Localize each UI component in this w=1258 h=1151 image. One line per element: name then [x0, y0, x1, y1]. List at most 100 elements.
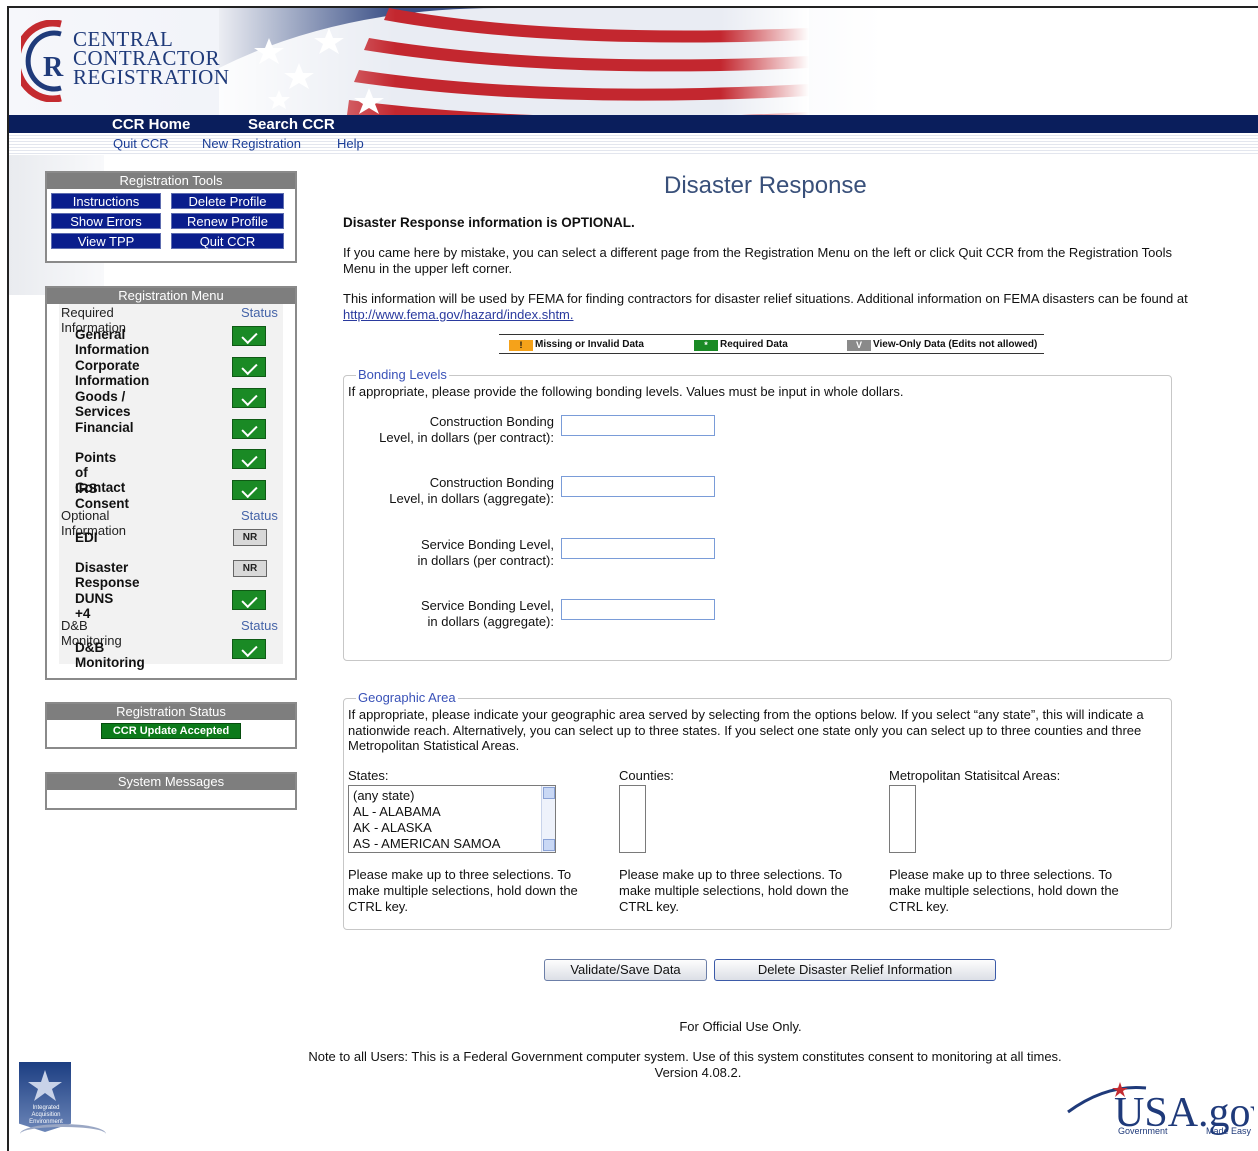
- menu-edi[interactable]: EDI: [75, 530, 98, 545]
- service-per-contract-label: Service Bonding Level, in dollars (per co…: [417, 537, 554, 568]
- registration-status-title: Registration Status: [47, 704, 295, 720]
- registration-tools-panel: Registration Tools Instructions Delete P…: [45, 171, 297, 263]
- status-header: Status: [241, 618, 278, 633]
- msa-hint: Please make up to three selections. To m…: [889, 867, 1119, 914]
- legend-missing: ! Missing or Invalid Data: [509, 339, 644, 351]
- msa-listbox[interactable]: [889, 785, 916, 853]
- scroll-down-icon[interactable]: [543, 839, 555, 851]
- counties-hint: Please make up to three selections. To m…: [619, 867, 849, 914]
- usa-gov-logo-icon[interactable]: USA.gov Government Made Easy: [1066, 1082, 1254, 1137]
- registration-status-panel: Registration Status CCR Update Accepted: [45, 702, 297, 749]
- legend-viewonly: V View-Only Data (Edits not allowed): [847, 339, 1037, 351]
- state-option[interactable]: AL - ALABAMA: [353, 804, 441, 820]
- check-icon: [232, 357, 266, 377]
- not-required-badge: NR: [233, 560, 267, 577]
- data-legend: ! Missing or Invalid Data * Required Data …: [499, 334, 1044, 354]
- menu-disaster-response[interactable]: Disaster Response: [75, 560, 140, 590]
- state-option[interactable]: (any state): [353, 788, 414, 804]
- quit-ccr-button[interactable]: Quit CCR: [171, 233, 284, 249]
- menu-general-information[interactable]: General Information: [75, 327, 149, 357]
- registration-menu-title: Registration Menu: [47, 288, 295, 304]
- check-icon: [232, 590, 266, 610]
- menu-irs-consent[interactable]: IRS Consent: [75, 481, 129, 511]
- states-label: States:: [348, 768, 389, 783]
- monitoring-notice: Note to all Users: This is a Federal Gov…: [308, 1049, 1062, 1064]
- service-aggregate-label: Service Bonding Level, in dollars (aggreg…: [421, 598, 554, 629]
- legend-required: * Required Data: [694, 339, 788, 351]
- delete-disaster-relief-button[interactable]: Delete Disaster Relief Information: [714, 959, 996, 981]
- state-option[interactable]: AK - ALASKA: [353, 820, 432, 836]
- bonding-description: If appropriate, please provide the follo…: [348, 384, 904, 399]
- menu-corporate-information[interactable]: Corporate Information: [75, 358, 149, 388]
- geographic-area-legend: Geographic Area: [356, 690, 458, 705]
- mistake-paragraph: If you came here by mistake, you can sel…: [343, 245, 1173, 276]
- nav-new-registration[interactable]: New Registration: [202, 136, 301, 151]
- construction-aggregate-label: Construction Bonding Level, in dollars (a…: [389, 475, 554, 506]
- site-logo-text: CENTRAL CONTRACTOR REGISTRATION: [73, 27, 230, 89]
- instructions-button[interactable]: Instructions: [51, 193, 161, 209]
- msa-label: Metropolitan Statisitcal Areas:: [889, 768, 1061, 783]
- state-option[interactable]: AS - AMERICAN SAMOA: [353, 836, 500, 852]
- iae-logo-text: Integrated Acquisition Environment: [29, 1105, 63, 1125]
- validate-save-button[interactable]: Validate/Save Data: [544, 959, 707, 981]
- renew-profile-button[interactable]: Renew Profile: [171, 213, 284, 229]
- official-use-text: For Official Use Only.: [679, 1019, 802, 1034]
- check-icon: [232, 326, 266, 346]
- check-icon: [232, 388, 266, 408]
- nav-search-ccr[interactable]: Search CCR: [248, 116, 335, 133]
- service-aggregate-input[interactable]: [561, 599, 715, 620]
- delete-profile-button[interactable]: Delete Profile: [171, 193, 284, 209]
- menu-financial[interactable]: Financial: [75, 420, 134, 435]
- nav-ccr-home[interactable]: CCR Home: [112, 116, 190, 133]
- page-title: Disaster Response: [664, 172, 867, 199]
- check-icon: [232, 480, 266, 500]
- system-messages-title: System Messages: [47, 774, 295, 790]
- view-tpp-button[interactable]: View TPP: [51, 233, 161, 249]
- check-icon: [232, 639, 266, 659]
- fema-text: This information will be used by FEMA fo…: [343, 291, 1188, 306]
- iae-swoosh: [20, 1124, 106, 1144]
- counties-listbox[interactable]: [619, 785, 646, 853]
- show-errors-button[interactable]: Show Errors: [51, 213, 161, 229]
- flag-banner: [219, 8, 809, 115]
- status-header: Status: [241, 508, 278, 523]
- states-scrollbar[interactable]: [541, 786, 555, 852]
- status-badge: CCR Update Accepted: [101, 723, 241, 739]
- usa-gov-sub2: Made Easy: [1206, 1126, 1252, 1136]
- geographic-area-section: Geographic Area If appropriate, please i…: [343, 690, 1172, 930]
- states-hint: Please make up to three selections. To m…: [348, 867, 578, 914]
- optional-notice: Disaster Response information is OPTIONA…: [343, 215, 635, 230]
- svg-text:R: R: [43, 52, 64, 83]
- bonding-levels-section: Bonding Levels If appropriate, please pr…: [343, 367, 1172, 661]
- view-only-icon: V: [847, 340, 871, 351]
- construction-per-contract-input[interactable]: [561, 415, 715, 436]
- version-text: Version 4.08.2.: [654, 1065, 742, 1080]
- states-listbox[interactable]: (any state) AL - ALABAMA AK - ALASKA AS …: [348, 785, 556, 853]
- usa-gov-sub1: Government: [1118, 1126, 1168, 1136]
- main-nav: CCR Home Search CCR: [9, 115, 1258, 133]
- geographic-description: If appropriate, please indicate your geo…: [348, 707, 1144, 753]
- scroll-up-icon[interactable]: [543, 787, 555, 799]
- check-icon: [232, 419, 266, 439]
- warning-icon: !: [509, 340, 533, 351]
- service-per-contract-input[interactable]: [561, 538, 715, 559]
- fema-link[interactable]: http://www.fema.gov/hazard/index.shtm.: [343, 307, 574, 322]
- registration-tools-title: Registration Tools: [47, 173, 295, 189]
- required-icon: *: [694, 340, 718, 351]
- check-icon: [232, 449, 266, 469]
- star-icon: [28, 1070, 62, 1101]
- status-header: Status: [241, 305, 278, 320]
- counties-label: Counties:: [619, 768, 674, 783]
- not-required-badge: NR: [233, 529, 267, 546]
- menu-goods-services[interactable]: Goods / Services: [75, 389, 131, 419]
- menu-dnb-monitoring[interactable]: D&B Monitoring: [75, 640, 145, 670]
- fema-paragraph: This information will be used by FEMA fo…: [343, 291, 1203, 323]
- sub-nav: Quit CCR New Registration Help: [9, 133, 1258, 155]
- construction-aggregate-input[interactable]: [561, 476, 715, 497]
- construction-per-contract-label: Construction Bonding Level, in dollars (p…: [379, 414, 554, 445]
- bonding-levels-legend: Bonding Levels: [356, 367, 449, 382]
- nav-quit-ccr[interactable]: Quit CCR: [113, 136, 169, 151]
- site-header: R CENTRAL CONTRACTOR REGISTRATION: [9, 8, 1258, 115]
- nav-help[interactable]: Help: [337, 136, 364, 151]
- menu-duns-plus-4[interactable]: DUNS +4: [75, 591, 113, 621]
